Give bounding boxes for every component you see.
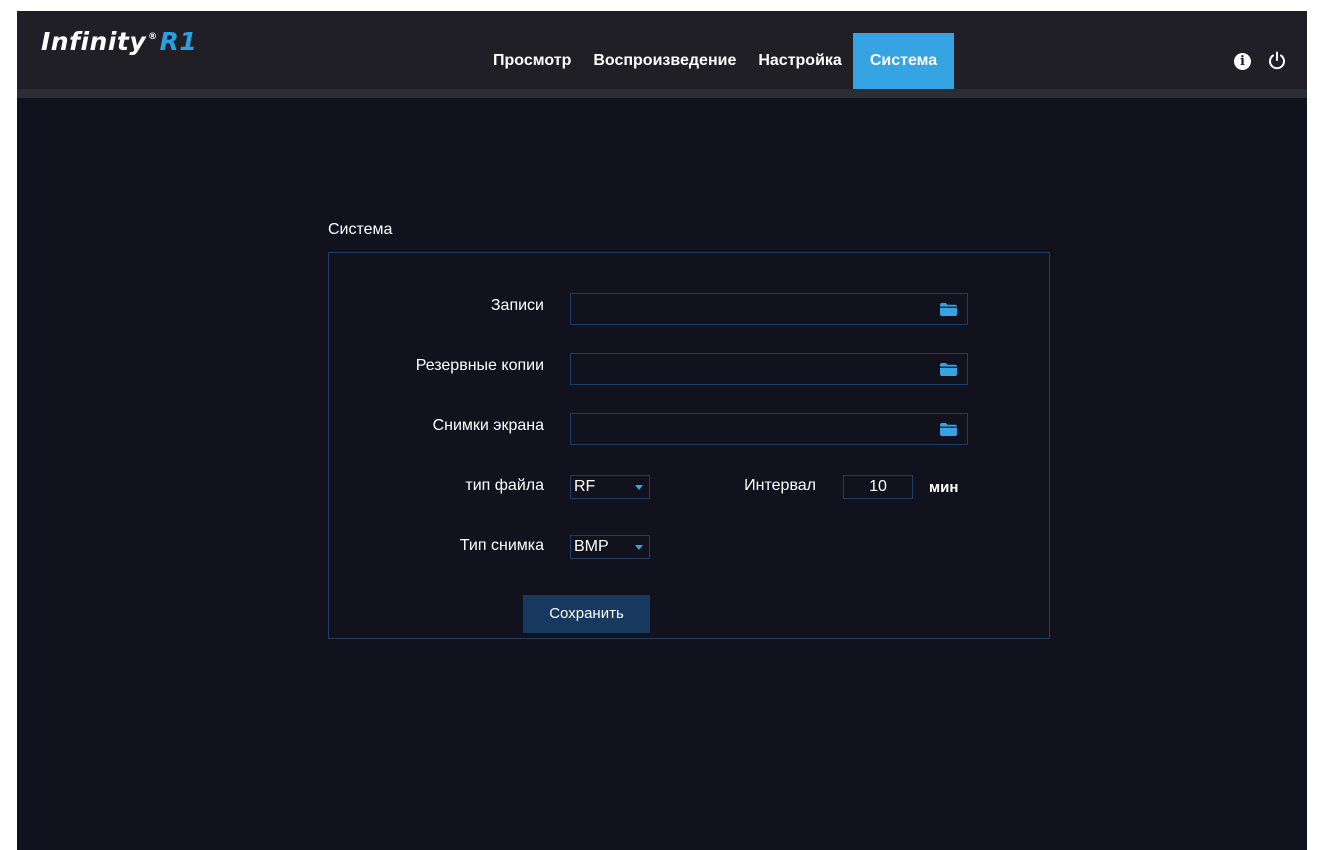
save-button[interactable]: Сохранить — [523, 595, 650, 633]
snapshot-type-value: BMP — [574, 538, 609, 555]
main-nav: Просмотр Воспроизведение Настройка Систе… — [482, 33, 955, 89]
chevron-down-icon — [635, 545, 643, 550]
registered-mark: ® — [148, 32, 158, 42]
interval-label: Интервал — [744, 477, 816, 494]
snapshots-label: Снимки экрана — [432, 417, 544, 434]
app-frame: Infinity ®R1 Просмотр Воспроизведение Нас… — [17, 11, 1307, 850]
interval-input[interactable]: 10 — [843, 475, 913, 499]
folder-icon[interactable] — [940, 303, 957, 316]
section-title: Система — [328, 221, 393, 238]
chevron-down-icon — [635, 485, 643, 490]
tab-live-view[interactable]: Просмотр — [482, 33, 582, 89]
snapshot-type-label: Тип снимка — [459, 537, 544, 554]
system-settings-panel: Записи Резервные копии Снимки экрана тип… — [328, 252, 1050, 639]
records-path-field[interactable] — [570, 293, 968, 325]
info-icon[interactable]: i — [1234, 52, 1251, 70]
backups-path-input[interactable] — [577, 359, 931, 381]
snapshots-path-input[interactable] — [577, 419, 931, 441]
backups-label: Резервные копии — [415, 357, 544, 374]
logo-text: Infinity — [41, 27, 147, 56]
records-path-input[interactable] — [577, 299, 931, 321]
power-icon[interactable] — [1267, 51, 1287, 71]
file-type-value: RF — [574, 478, 596, 495]
file-type-label: тип файла — [465, 477, 544, 494]
folder-icon[interactable] — [940, 423, 957, 436]
logo: Infinity ®R1 — [41, 27, 197, 56]
tab-settings[interactable]: Настройка — [747, 33, 852, 89]
tab-playback[interactable]: Воспроизведение — [582, 33, 747, 89]
top-bar-divider — [17, 89, 1307, 98]
interval-unit: мин — [929, 479, 959, 496]
records-label: Записи — [490, 297, 544, 314]
top-icons: i — [1234, 51, 1287, 71]
backups-path-field[interactable] — [570, 353, 968, 385]
folder-icon[interactable] — [940, 363, 957, 376]
snapshots-path-field[interactable] — [570, 413, 968, 445]
file-type-select[interactable]: RF — [570, 475, 650, 499]
snapshot-type-select[interactable]: BMP — [570, 535, 650, 559]
tab-system[interactable]: Система — [852, 33, 955, 89]
logo-accent: R1 — [159, 27, 198, 56]
top-bar: Infinity ®R1 Просмотр Воспроизведение Нас… — [17, 11, 1307, 89]
